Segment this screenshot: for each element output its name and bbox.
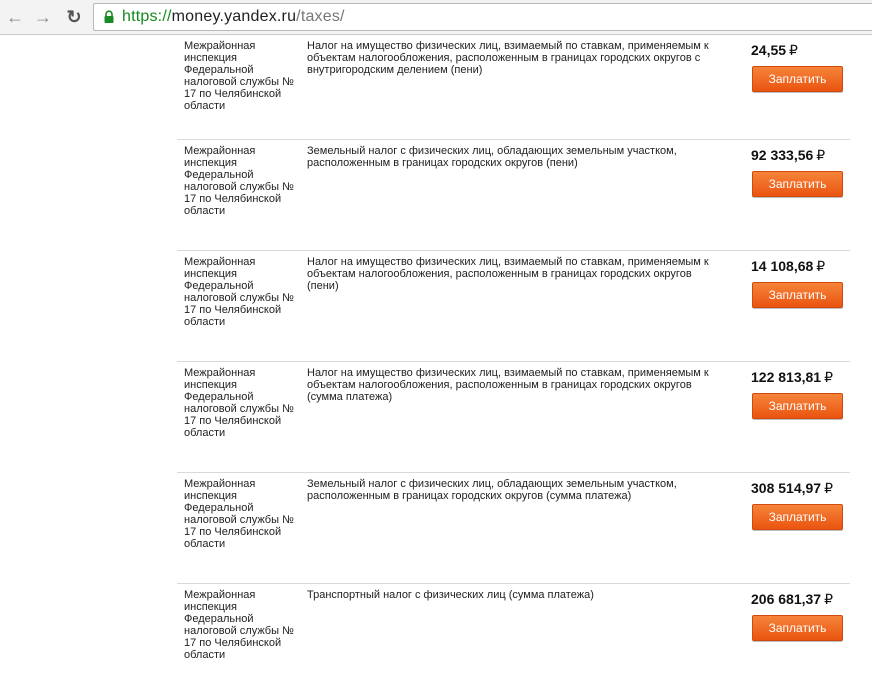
pay-button[interactable]: Заплатить [752,615,843,641]
tax-authority: Межрайонная инспекция Федеральной налого… [184,40,294,112]
tax-amount: 122 813,81 ₽ [751,369,850,386]
address-bar[interactable]: https://money.yandex.ru/taxes/ [93,3,872,31]
tax-amount: 14 108,68 ₽ [751,258,850,275]
ruble-icon: ₽ [789,42,798,58]
browser-toolbar: ← → ↻ https://money.yandex.ru/taxes/ [0,0,872,35]
tax-row: Межрайонная инспекция Федеральной налого… [177,584,850,694]
tax-row: Межрайонная инспекция Федеральной налого… [177,35,850,140]
tax-description: Транспортный налог с физических лиц (сум… [307,589,594,601]
amount-value: 24,55 [751,42,787,58]
ruble-icon: ₽ [816,147,826,163]
pay-button[interactable]: Заплатить [752,504,843,530]
tax-row: Межрайонная инспекция Федеральной налого… [177,140,850,251]
reload-icon[interactable]: ↻ [63,6,85,28]
tax-description: Налог на имущество физических лиц, взима… [307,40,709,76]
tax-row: Межрайонная инспекция Федеральной налого… [177,362,850,473]
url-host: money.yandex.ru [171,8,297,25]
tax-authority: Межрайонная инспекция Федеральной налого… [184,256,294,328]
tax-authority: Межрайонная инспекция Федеральной налого… [184,478,294,550]
tax-description: Налог на имущество физических лиц, взима… [307,367,709,403]
ruble-icon: ₽ [816,258,826,274]
ruble-icon: ₽ [824,591,833,607]
back-arrow-icon[interactable]: ← [4,6,26,28]
tax-row: Межрайонная инспекция Федеральной налого… [177,473,850,584]
tax-amount: 92 333,56 ₽ [751,147,850,164]
ruble-icon: ₽ [824,480,833,496]
tax-description: Земельный налог с физических лиц, облада… [307,478,677,502]
pay-button[interactable]: Заплатить [752,393,843,419]
tax-authority: Межрайонная инспекция Федеральной налого… [184,145,294,217]
tax-row: Межрайонная инспекция Федеральной налого… [177,251,850,362]
url-scheme: https:// [122,8,172,25]
tax-authority: Межрайонная инспекция Федеральной налого… [184,589,294,661]
amount-value: 206 681,37 [751,591,822,607]
tax-description: Налог на имущество физических лиц, взима… [307,256,709,292]
pay-button[interactable]: Заплатить [752,171,843,197]
pay-button[interactable]: Заплатить [752,66,843,92]
url-path: /taxes/ [296,8,345,25]
tax-description: Земельный налог с физических лиц, облада… [307,145,677,169]
forward-arrow-icon[interactable]: → [32,6,54,28]
tax-amount: 308 514,97 ₽ [751,480,850,497]
amount-value: 308 514,97 [751,480,822,496]
ruble-icon: ₽ [824,369,833,385]
tax-amount: 24,55 ₽ [751,42,850,59]
amount-value: 92 333,56 [751,147,814,163]
lock-icon [104,10,114,23]
tax-authority: Межрайонная инспекция Федеральной налого… [184,367,294,439]
tax-amount: 206 681,37 ₽ [751,591,850,608]
amount-value: 122 813,81 [751,369,822,385]
url-text[interactable]: https://money.yandex.ru/taxes/ [122,8,345,26]
pay-button[interactable]: Заплатить [752,282,843,308]
tax-list: Межрайонная инспекция Федеральной налого… [0,35,872,694]
amount-value: 14 108,68 [751,258,814,274]
